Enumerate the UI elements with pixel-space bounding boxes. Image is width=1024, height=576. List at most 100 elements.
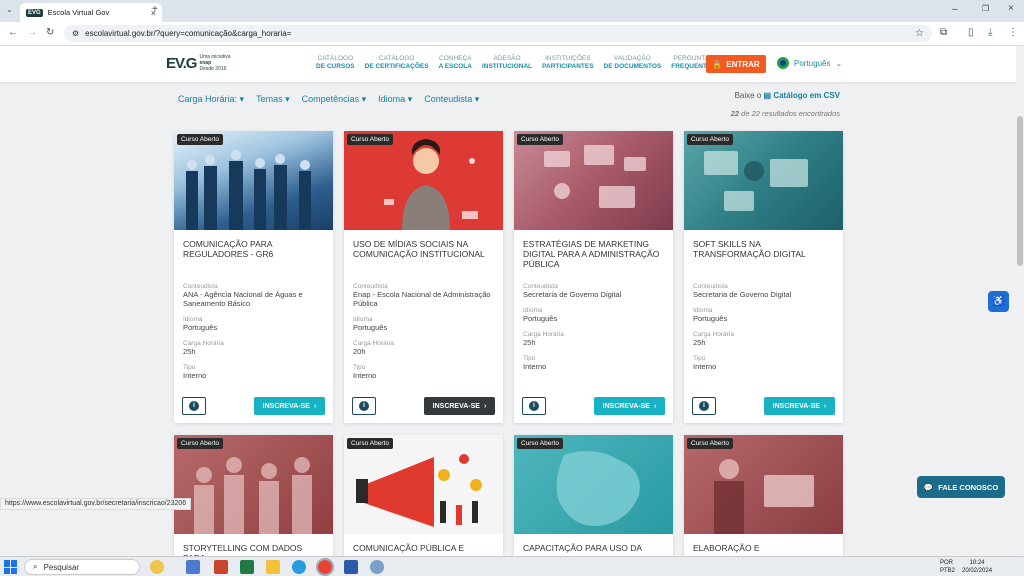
address-bar[interactable]: ⚙ escolavirtual.gov.br/?query=comunicaçã…	[64, 25, 932, 42]
address-bar-row: ← → ↻ ⚙ escolavirtual.gov.br/?query=comu…	[0, 22, 1024, 46]
filter-idioma[interactable]: Idioma ▾	[378, 94, 412, 105]
card-title[interactable]: COMUNICAÇÃO PÚBLICA E	[353, 543, 494, 556]
chevron-right-icon: ›	[483, 402, 487, 410]
info-button[interactable]: i	[522, 397, 546, 415]
file-explorer-icon[interactable]	[266, 560, 280, 574]
chrome-icon[interactable]	[316, 558, 334, 576]
widget-icon[interactable]	[150, 560, 164, 574]
evg-logo[interactable]: EV.G Uma iniciativa enap Desde 2016	[166, 54, 231, 72]
inscreva-se-button[interactable]: INSCREVA-SE ›	[254, 397, 325, 415]
info-button[interactable]: i	[692, 397, 716, 415]
card-title[interactable]: SOFT SKILLS NA TRANSFORMAÇÃO DIGITAL	[693, 239, 834, 275]
inscreva-label: INSCREVA-SE	[262, 402, 310, 410]
idioma-label: Idioma	[183, 316, 203, 323]
language-selector[interactable]: Português ⌄	[777, 57, 842, 69]
minimize-icon[interactable]: –	[952, 4, 958, 15]
info-button[interactable]: i	[352, 397, 376, 415]
filter-competencias[interactable]: Competências ▾	[302, 94, 367, 105]
sidepanel-icon[interactable]: ▯	[968, 27, 974, 38]
card-title[interactable]: ELABORAÇÃO E	[693, 543, 834, 556]
card-title[interactable]: COMUNICAÇÃO PARA REGULADORES - GR6	[183, 239, 324, 275]
idioma-value: Português	[693, 314, 728, 323]
course-card[interactable]: Curso Aberto COMUNICAÇÃO PÚBLICA E	[344, 435, 503, 556]
search-icon: ⌕	[33, 562, 38, 571]
accessibility-button[interactable]: ♿	[988, 291, 1009, 312]
window-close-icon[interactable]: ×	[1008, 3, 1014, 14]
course-card[interactable]: Curso Aberto SOFT SKILLS NA TRANSFORMAÇÃ…	[684, 131, 843, 423]
tipo-label: Tipo	[183, 364, 196, 371]
nav-conheca-escola[interactable]: CONHEÇA A ESCOLA	[439, 55, 472, 71]
nav-instituicoes[interactable]: INSTITUIÇÕES PARTICIPANTES	[542, 55, 593, 71]
bookmark-star-icon[interactable]: ☆	[915, 28, 924, 39]
entrar-button[interactable]: 🔒 ENTRAR	[706, 55, 766, 73]
calendar-app-icon[interactable]	[186, 560, 200, 574]
site-info-icon[interactable]: ⚙	[72, 29, 79, 38]
scrollbar-thumb[interactable]	[1017, 116, 1023, 266]
filter-carga-horaria[interactable]: Carga Horária: ▾	[178, 94, 244, 105]
fale-conosco-button[interactable]: 💬 FALE CONOSCO	[917, 476, 1005, 498]
extensions-icon[interactable]: ⧉	[940, 27, 947, 38]
menu-kebab-icon[interactable]: ⋮	[1008, 27, 1018, 38]
csv-link[interactable]: ▤ Catálogo em CSV	[764, 91, 840, 100]
course-card[interactable]: Curso Aberto ELABORAÇÃO E	[684, 435, 843, 556]
nav-catalogo-cursos[interactable]: CATÁLOGO DE CURSOS	[316, 55, 355, 71]
back-icon[interactable]: ←	[8, 27, 18, 38]
filter-conteudista[interactable]: Conteudista ▾	[424, 94, 479, 105]
language-indicator[interactable]: POR PTB2	[940, 559, 955, 575]
reload-icon[interactable]: ↻	[46, 27, 54, 38]
browser-tab-bar: ⌄ EVG Escola Virtual Gov × + – ❐ ×	[0, 0, 1024, 22]
tipo-label: Tipo	[353, 364, 366, 371]
powerpoint-icon[interactable]	[214, 560, 228, 574]
page-scrollbar[interactable]	[1016, 46, 1024, 556]
course-card[interactable]: Curso Aberto COMUNICAÇÃO PARA REGULADORE…	[174, 131, 333, 423]
nav-l1: CATÁLOGO	[378, 55, 415, 62]
info-icon: i	[699, 401, 709, 411]
word-icon[interactable]	[344, 560, 358, 574]
nav-l1: CONHEÇA	[439, 55, 472, 62]
download-icon[interactable]: ⤓	[988, 27, 992, 38]
taskbar-search[interactable]: ⌕ Pesquisar	[24, 559, 140, 575]
nav-validacao[interactable]: VALIDAÇÃO DE DOCUMENTOS	[604, 55, 662, 71]
filter-bar: Carga Horária: ▾ Temas ▾ Competências ▾ …	[178, 94, 479, 105]
carga-label: Carga Horária	[523, 331, 564, 338]
csv-link-label: Catálogo em CSV	[773, 91, 840, 100]
course-card[interactable]: Curso Aberto USO DE MÍDIAS SOCIAIS NA CO…	[344, 131, 503, 423]
course-card[interactable]: Curso Aberto ESTRATÉGIAS DE MARKETING DI…	[514, 131, 673, 423]
course-card[interactable]: Curso Aberto STORYTELLING COM DADOS PARA	[174, 435, 333, 556]
idioma-value: Português	[353, 323, 388, 332]
language-label: Português	[794, 58, 831, 68]
logo-main: EV.G	[166, 54, 197, 72]
edge-icon[interactable]	[292, 560, 306, 574]
nav-catalogo-certificacoes[interactable]: CATÁLOGO DE CERTIFICAÇÕES	[365, 55, 429, 71]
carga-value: 25h	[523, 338, 536, 347]
card-title[interactable]: CAPACITAÇÃO PARA USO DA	[523, 543, 664, 556]
new-tab-icon[interactable]: +	[152, 4, 158, 15]
inscreva-se-button[interactable]: INSCREVA-SE ›	[764, 397, 835, 415]
main-nav: CATÁLOGO DE CURSOS CATÁLOGO DE CERTIFICAÇÕ…	[316, 55, 716, 71]
filter-temas[interactable]: Temas ▾	[256, 94, 290, 105]
logo-sub3: Desde 2016	[199, 66, 227, 72]
tipo-label: Tipo	[693, 355, 706, 362]
card-title[interactable]: ESTRATÉGIAS DE MARKETING DIGITAL PARA A …	[523, 239, 664, 275]
idioma-value: Português	[523, 314, 558, 323]
forward-icon[interactable]: →	[27, 27, 37, 38]
crowd-image	[194, 457, 312, 534]
lang-code: POR	[940, 560, 954, 566]
browser-tab[interactable]: EVG Escola Virtual Gov ×	[20, 3, 162, 22]
web-page: EV.G Uma iniciativa enap Desde 2016 CATÁ…	[0, 46, 1016, 556]
restore-icon[interactable]: ❐	[982, 4, 989, 13]
app-icon[interactable]	[370, 560, 384, 574]
card-title[interactable]: USO DE MÍDIAS SOCIAIS NA COMUNICAÇÃO INS…	[353, 239, 494, 275]
windows-start-icon[interactable]	[4, 560, 18, 574]
inscreva-se-button[interactable]: INSCREVA-SE ›	[594, 397, 665, 415]
card-image: Curso Aberto	[514, 131, 673, 230]
course-card[interactable]: Curso Aberto CAPACITAÇÃO PARA USO DA	[514, 435, 673, 556]
tab-search-icon[interactable]: ⌄	[6, 5, 13, 14]
excel-icon[interactable]	[240, 560, 254, 574]
nav-adesao[interactable]: ADESÃO INSTITUCIONAL	[482, 55, 532, 71]
taskbar-clock[interactable]: 10:24 20/02/2024	[962, 559, 992, 575]
conteudista-value: Secretaria de Governo Digital	[693, 290, 792, 299]
card-title[interactable]: STORYTELLING COM DADOS PARA	[183, 543, 324, 556]
inscreva-se-button[interactable]: INSCREVA-SE ›	[424, 397, 495, 415]
info-button[interactable]: i	[182, 397, 206, 415]
